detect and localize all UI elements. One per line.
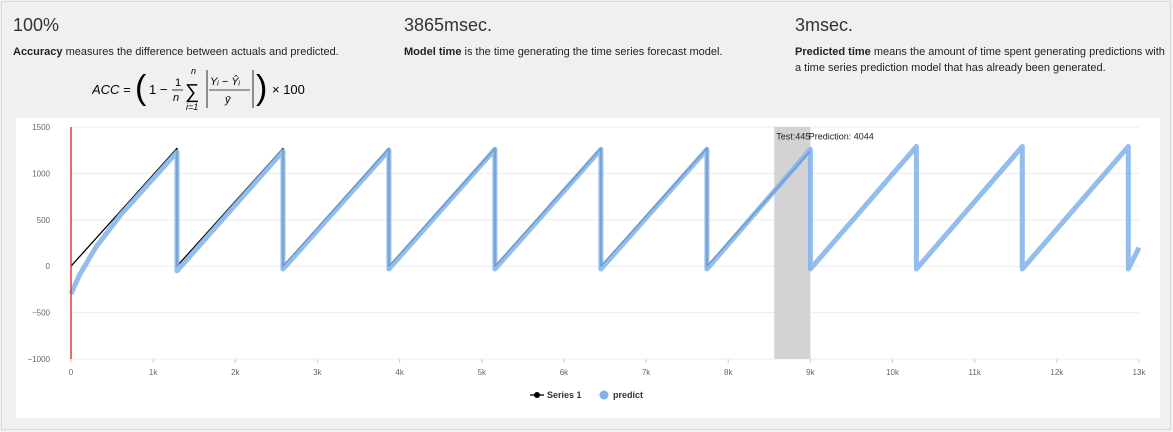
accuracy-term: Accuracy [13,46,63,58]
y-tick-label: 500 [37,216,51,225]
formula-abs-num: Yᵢ − Ŷᵢ [210,75,241,88]
formula-one-minus: 1 − [149,82,167,97]
accuracy-description: Accuracy measures the difference between… [13,44,383,60]
formula-abs-den: ȳ [224,94,232,106]
x-tick-label: 3k [313,368,322,377]
formula-sum-symbol: ∑ [185,81,199,103]
legend-predict-label: predict [613,390,643,400]
time-series-chart: 1500 1000 500 0 −500 −1000 0 1k 2k 3k 4k 5k 6k 7k 8k 9k… [28,123,1147,400]
predicted-time-metric: 3msec. Predicted time means the amount o… [795,14,1165,76]
model-time-term: Model time [404,46,462,58]
predicted-time-term: Predicted time [795,46,871,58]
prediction-annotation: Prediction: 4044 [809,131,874,141]
formula-frac-num: 1 [175,77,181,89]
formula-frac-den: n [173,92,179,104]
x-tick-label: 11k [969,368,982,377]
formula-sum-top: n [191,66,196,76]
test-highlight-band [774,127,811,359]
test-annotation: Test:445 [776,131,810,141]
y-tick-label: 0 [46,262,51,271]
metrics-panel: 100% Accuracy measures the difference be… [1,1,1171,430]
y-tick-label: 1000 [32,169,50,178]
accuracy-formula: ACC = ( 1 − 1 n n ∑ i=1 Yᵢ − Ŷᵢ ȳ ) × 10… [92,66,305,112]
x-tick-label: 8k [724,368,733,377]
x-tick-label: 7k [642,368,651,377]
formula-lhs: ACC = [92,82,131,97]
formula-sum-bottom: i=1 [186,102,198,112]
legend-predict-marker [599,390,609,400]
x-tick-label: 5k [478,368,487,377]
model-time-description: Model time is the time generating the ti… [404,44,774,60]
model-time-text: is the time generating the time series f… [461,46,723,58]
accuracy-value: 100% [13,15,60,35]
chart-container: 1500 1000 500 0 −500 −1000 0 1k 2k 3k 4k 5k 6k 7k 8k 9k… [16,118,1160,418]
x-tick-label: 6k [560,368,569,377]
legend-series-1-label: Series 1 [547,390,582,400]
x-tick-label: 12k [1050,368,1064,377]
x-tick-label: 0 [69,368,74,377]
x-tick-label: 4k [395,368,404,377]
x-tick-label: 1k [149,368,158,377]
y-tick-label: −500 [32,309,51,318]
formula-times: × 100 [272,82,305,97]
legend-series-1-marker [534,392,540,398]
y-tick-label: −1000 [28,355,51,364]
x-tick-label: 9k [806,368,815,377]
x-tick-label: 10k [886,368,900,377]
x-tick-label: 2k [231,368,240,377]
predicted-time-value: 3msec. [795,15,854,35]
predicted-time-description: Predicted time means the amount of time … [795,44,1165,76]
accuracy-metric: 100% Accuracy measures the difference be… [13,14,383,60]
model-time-value: 3865msec. [404,15,493,35]
accuracy-text: measures the difference between actuals … [62,46,339,58]
x-tick-label: 13k [1133,368,1147,377]
formula-close-paren: ) [256,69,267,107]
model-time-metric: 3865msec. Model time is the time generat… [404,14,774,60]
formula-open-paren: ( [135,69,147,107]
y-tick-label: 1500 [32,123,50,132]
